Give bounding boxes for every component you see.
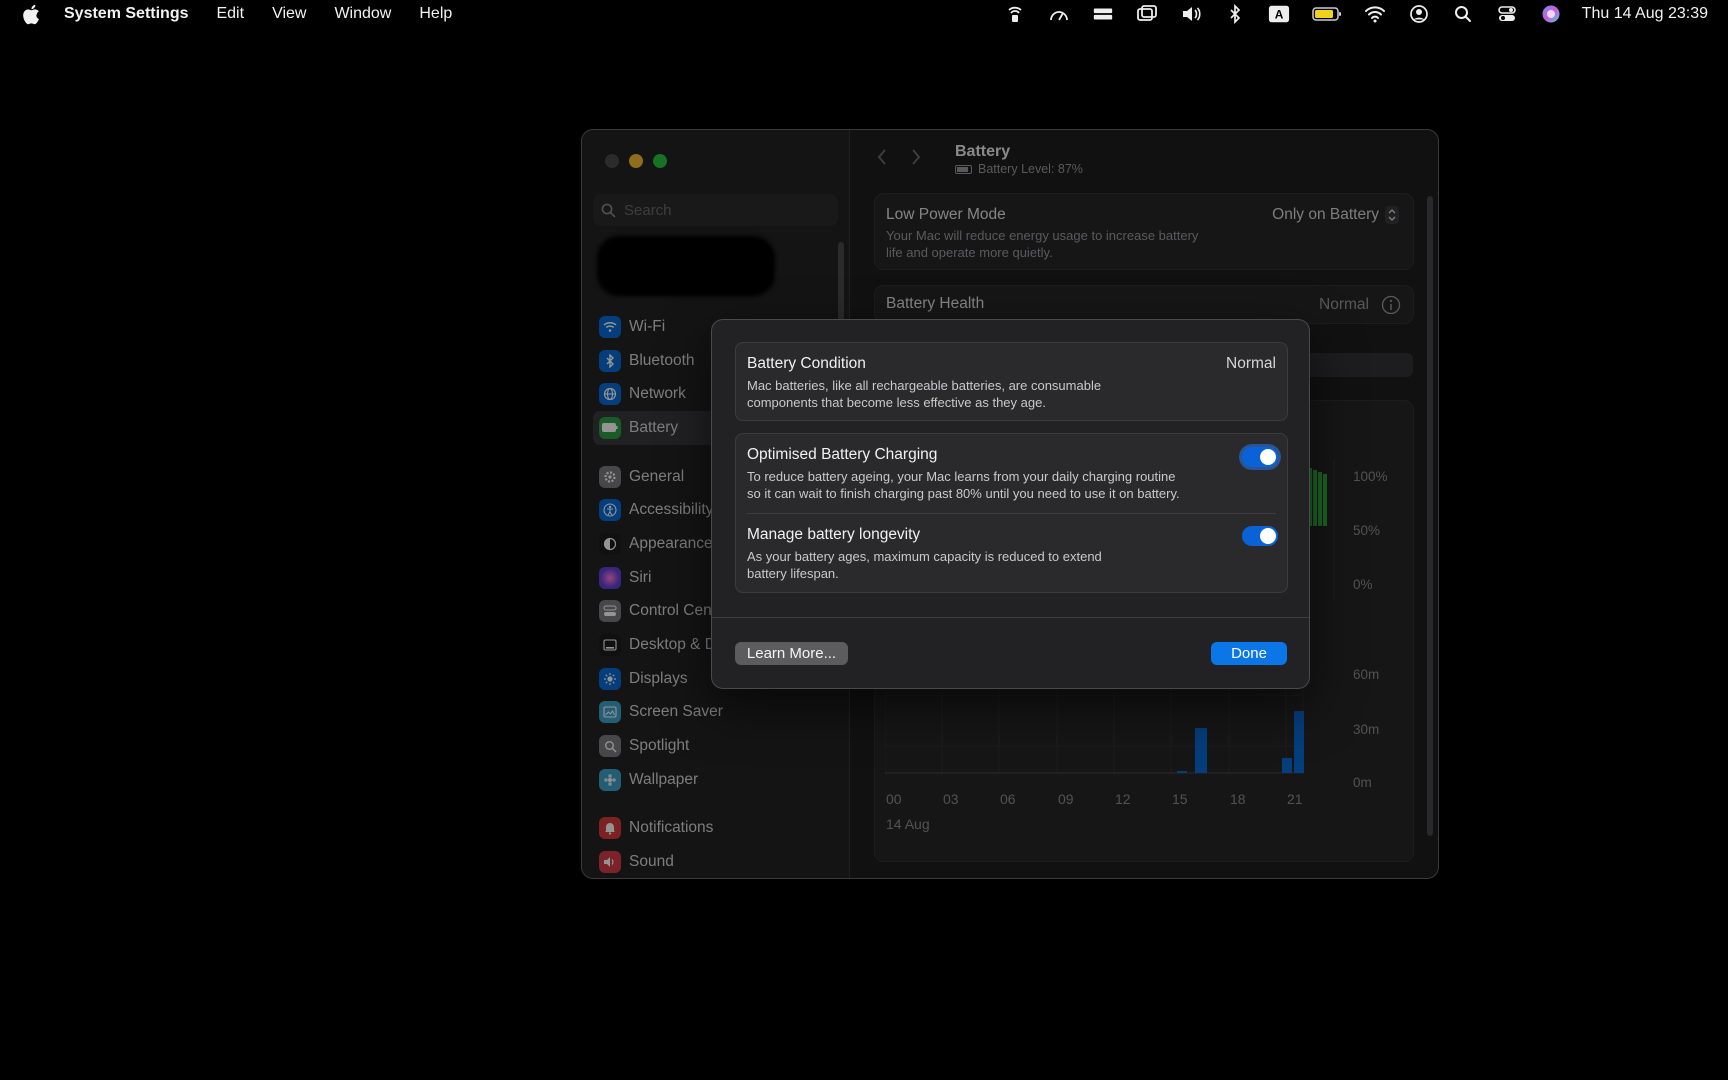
apple-menu-icon[interactable] [22,3,44,25]
done-button[interactable]: Done [1211,642,1287,665]
svg-text:A: A [1274,8,1283,22]
menu-view[interactable]: View [272,5,306,23]
menu-help[interactable]: Help [419,5,452,23]
input-source-icon[interactable]: A [1268,3,1290,25]
app-menu[interactable]: System Settings [64,5,188,23]
menu-window[interactable]: Window [334,5,391,23]
battery-health-sheet: Battery Condition Normal Mac batteries, … [711,319,1310,689]
learn-more-button[interactable]: Learn More... [735,642,848,665]
optimised-charging-desc-1: To reduce battery ageing, your Mac learn… [747,469,1176,484]
battery-longevity-desc-2: battery lifespan. [747,565,839,581]
volume-icon[interactable] [1180,3,1202,25]
battery-condition-row: Battery Condition Normal Mac batteries, … [736,343,1287,423]
siri-icon[interactable] [1540,3,1562,25]
menu-edit[interactable]: Edit [216,5,244,23]
user-icon[interactable] [1408,3,1430,25]
stage-manager-icon[interactable] [1092,3,1114,25]
menu-bar: System Settings Edit View Window Help A [0,0,1728,28]
battery-condition-group: Battery Condition Normal Mac batteries, … [735,342,1288,421]
optimised-charging-row: Optimised Battery Charging To reduce bat… [736,434,1287,513]
battery-condition-desc-2: components that become less effective as… [747,394,1046,410]
sheet-divider [712,617,1309,618]
battery-longevity-toggle[interactable] [1242,526,1278,546]
screen-mirroring-icon[interactable] [1136,3,1158,25]
battery-condition-value: Normal [1226,355,1276,372]
battery-longevity-desc-1: As your battery ages, maximum capacity i… [747,549,1102,564]
optimised-charging-title: Optimised Battery Charging [747,446,938,463]
airdrop-icon[interactable] [1004,3,1026,25]
battery-condition-title: Battery Condition [747,355,866,372]
control-centre-icon[interactable] [1496,3,1518,25]
gauge-icon[interactable] [1048,3,1070,25]
battery-longevity-row: Manage battery longevity As your battery… [736,514,1287,594]
menu-bar-clock[interactable]: Thu 14 Aug 23:39 [1582,5,1708,23]
bluetooth-icon[interactable] [1224,3,1246,25]
optimised-charging-toggle[interactable] [1242,447,1278,467]
battery-icon[interactable] [1311,3,1342,25]
optimised-charging-desc-2: so it can wait to finish charging past 8… [747,485,1180,501]
wifi-icon[interactable] [1364,3,1386,25]
charging-options-group: Optimised Battery Charging To reduce bat… [735,433,1288,593]
battery-longevity-title: Manage battery longevity [747,526,921,543]
search-icon[interactable] [1452,3,1474,25]
battery-condition-desc-1: Mac batteries, like all rechargeable bat… [747,378,1102,393]
